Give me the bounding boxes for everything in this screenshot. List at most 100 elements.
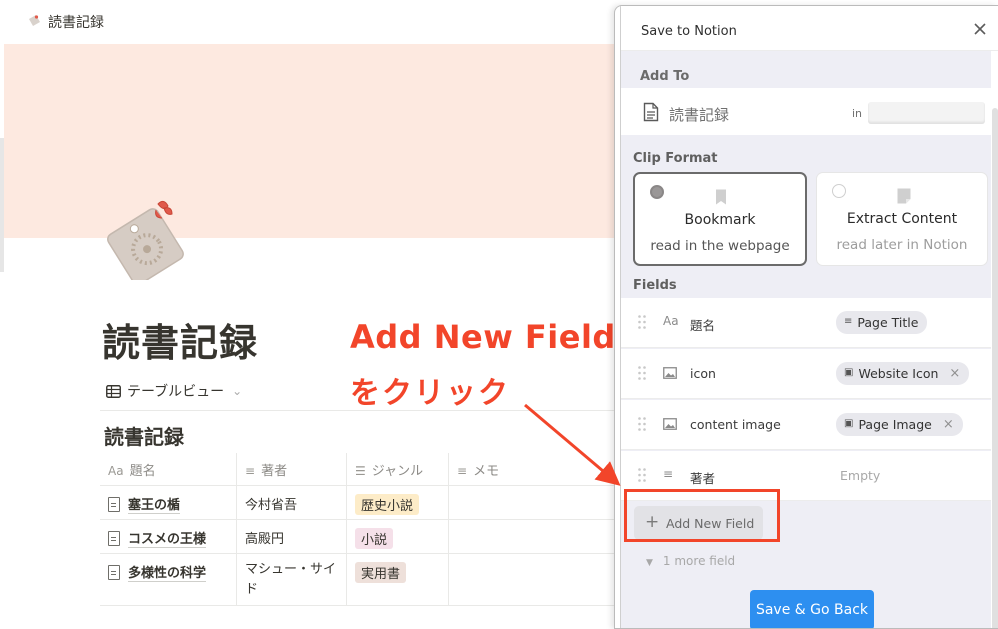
image-icon: ▣	[844, 367, 854, 378]
field-value-empty[interactable]: Empty	[840, 468, 880, 483]
row-memo-cell[interactable]	[448, 554, 640, 605]
row-author-cell[interactable]: 高殿円	[236, 520, 346, 553]
panel-header: Save to Notion	[621, 6, 998, 51]
clip-format-extract[interactable]: Extract Content read later in Notion	[816, 172, 988, 266]
drag-handle-icon[interactable]	[638, 468, 646, 482]
radio-unselected[interactable]	[832, 184, 846, 198]
remove-icon[interactable]: ×	[943, 417, 954, 432]
field-value-chip[interactable]: ≡ Page Title	[836, 311, 928, 334]
field-value-chip[interactable]: ▣ Page Image ×	[836, 413, 963, 436]
field-row-title[interactable]: Aa 題名 ≡ Page Title	[621, 298, 991, 348]
image-icon	[663, 418, 677, 430]
database-title[interactable]: 読書記録	[104, 421, 184, 450]
clip-format-title: Bookmark	[684, 212, 756, 228]
row-title-cell[interactable]: 多様性の科学	[100, 554, 236, 605]
radio-selected[interactable]	[650, 185, 664, 199]
field-value: Website Icon	[858, 366, 939, 381]
list-icon: ☰	[355, 464, 366, 478]
add-to-selector[interactable]: 読書記録 in	[621, 88, 991, 135]
drag-handle-icon[interactable]	[638, 417, 646, 431]
breadcrumb[interactable]: 読書記録	[48, 12, 104, 32]
clip-format-title: Extract Content	[846, 211, 958, 227]
field-name: 題名	[690, 318, 716, 333]
drag-handle-icon[interactable]	[638, 315, 646, 329]
annotation-title: Add New Field	[350, 318, 616, 356]
field-value-chip[interactable]: ▣ Website Icon ×	[836, 362, 970, 385]
clip-format-bookmark[interactable]: Bookmark read in the webpage	[633, 172, 807, 266]
text-type-icon: Aa	[108, 464, 124, 478]
tag-icon	[29, 15, 40, 26]
page-title: 読書記録	[102, 321, 259, 365]
clip-format-subtitle: read later in Notion	[836, 237, 968, 253]
page-icon	[643, 102, 659, 122]
table-header: Aa 題名 ≡ 著者 ☰ ジャンル ≡ メモ	[100, 453, 640, 486]
text-icon: ≡	[663, 467, 674, 481]
more-fields-label: 1 more field	[662, 554, 736, 568]
text-icon: ≡	[844, 316, 853, 327]
column-header-memo[interactable]: ≡ メモ	[448, 453, 640, 485]
row-author-cell[interactable]: マシュー・サイド	[236, 554, 346, 605]
row-genre-cell[interactable]: 実用書	[346, 554, 448, 605]
row-author-cell[interactable]: 今村省吾	[236, 486, 346, 519]
field-row-icon[interactable]: icon ▣ Website Icon ×	[621, 349, 991, 399]
field-row-content-image[interactable]: content image ▣ Page Image ×	[621, 400, 991, 450]
genre-tag: 小説	[355, 528, 394, 549]
row-title[interactable]: 多様性の科学	[128, 566, 207, 582]
remove-icon[interactable]: ×	[949, 366, 960, 381]
column-header-author[interactable]: ≡ 著者	[236, 453, 346, 485]
column-label: メモ	[473, 464, 500, 479]
image-icon	[663, 367, 677, 379]
view-tab-label: テーブルビュー	[127, 384, 225, 400]
drag-handle-icon[interactable]	[638, 366, 646, 380]
image-icon: ▣	[844, 418, 854, 429]
column-header-title[interactable]: Aa 題名	[100, 453, 236, 485]
row-genre-cell[interactable]: 歴史小説	[346, 486, 448, 519]
text-icon: ≡	[245, 464, 256, 478]
database-table: Aa 題名 ≡ 著者 ☰ ジャンル ≡ メモ 塞王の楯 今村省吾 歴史小説 コスメの王様…	[100, 453, 640, 606]
column-label: ジャンル	[371, 464, 424, 479]
panel-body: Add To 読書記録 in Clip Format Bookmark read…	[621, 51, 991, 628]
column-label: 題名	[129, 464, 156, 479]
page-icon	[108, 497, 120, 512]
field-value: Page Image	[858, 417, 932, 432]
genre-tag: 歴史小説	[355, 494, 420, 515]
clip-format-subtitle: read in the webpage	[650, 238, 790, 254]
field-value: Page Title	[857, 315, 919, 330]
add-to-in-label: in	[852, 107, 863, 120]
row-title-cell[interactable]: コスメの王様	[100, 520, 236, 553]
annotation-highlight	[624, 489, 780, 542]
add-to-database: 読書記録	[669, 106, 730, 124]
column-header-genre[interactable]: ☰ ジャンル	[346, 453, 448, 485]
row-title[interactable]: 塞王の楯	[128, 498, 181, 514]
row-title-cell[interactable]: 塞王の楯	[100, 486, 236, 519]
text-icon: ≡	[457, 464, 468, 478]
bookmark-icon	[716, 189, 726, 205]
panel-title: Save to Notion	[641, 24, 737, 39]
table-row[interactable]: コスメの王様 高殿円 小説	[100, 520, 640, 554]
table-row[interactable]: 多様性の科学 マシュー・サイド 実用書	[100, 554, 640, 606]
field-name: content image	[690, 417, 781, 432]
table-icon	[106, 384, 121, 398]
row-memo-cell[interactable]	[448, 520, 640, 553]
workspace-select[interactable]	[868, 102, 985, 124]
save-go-back-button[interactable]: Save & Go Back	[750, 590, 874, 628]
chevron-down-icon: ▼	[646, 558, 653, 568]
clip-format-label: Clip Format	[633, 151, 718, 166]
fields-label: Fields	[633, 278, 677, 293]
scrollbar[interactable]	[992, 108, 998, 628]
genre-tag: 実用書	[355, 562, 407, 583]
annotation-subtitle: をクリック	[350, 376, 510, 411]
table-row[interactable]: 塞王の楯 今村省吾 歴史小説	[100, 486, 640, 520]
more-fields-toggle[interactable]: ▼ 1 more field	[646, 554, 735, 568]
view-tab[interactable]: テーブルビュー ⌄	[106, 381, 242, 401]
row-genre-cell[interactable]: 小説	[346, 520, 448, 553]
row-memo-cell[interactable]	[448, 486, 640, 519]
page-icon	[108, 531, 120, 546]
chevron-down-icon: ⌄	[232, 384, 243, 398]
tag-icon[interactable]	[98, 190, 194, 280]
column-label: 著者	[261, 464, 288, 479]
close-icon[interactable]	[971, 20, 989, 38]
row-title[interactable]: コスメの王様	[128, 532, 207, 548]
title-type-icon: Aa	[663, 314, 679, 328]
page-icon	[108, 565, 120, 580]
